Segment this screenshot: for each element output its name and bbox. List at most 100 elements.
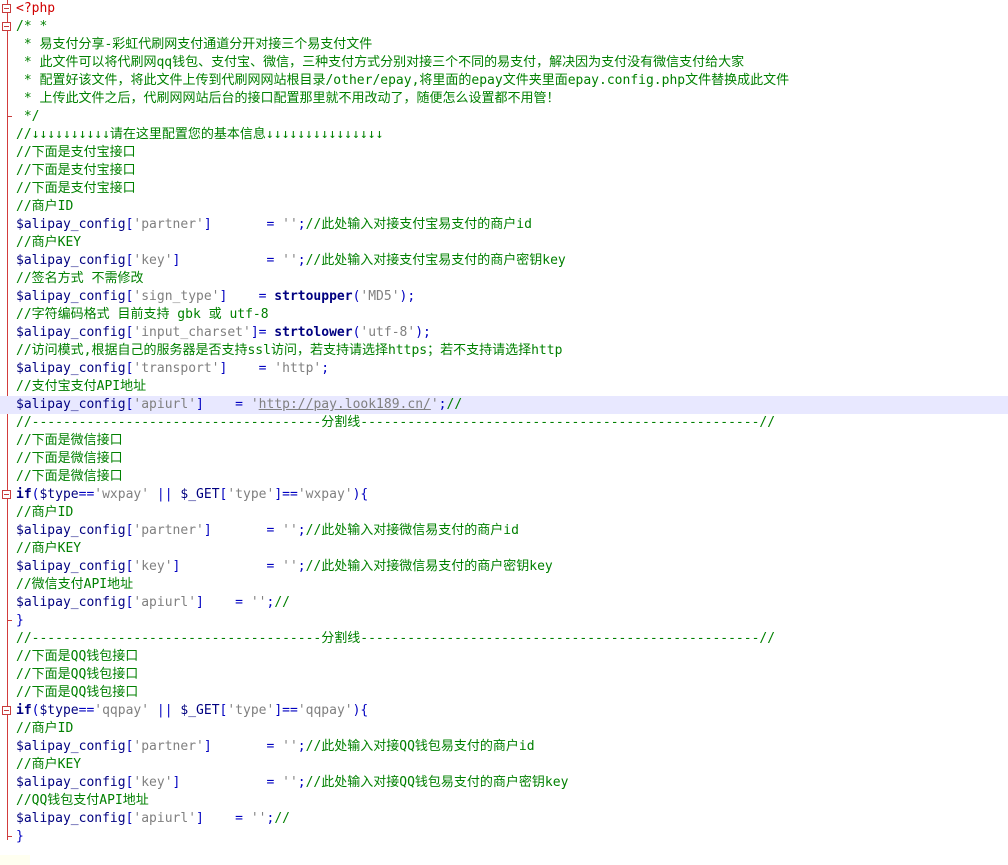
code-line[interactable]: if($type=='wxpay' || $_GET['type']=='wxp…: [0, 486, 1008, 504]
code-editor[interactable]: <?php /* * * 易支付分享-彩虹代刷网支付通道分开对接三个易支付文件 *…: [0, 0, 1008, 865]
code-token: <?php: [16, 1, 56, 16]
code-line[interactable]: //下面是支付宝接口: [0, 144, 1008, 162]
code-token: ;: [297, 253, 306, 268]
fold-toggle-icon[interactable]: [2, 490, 11, 499]
code-line[interactable]: //微信支付API地址: [0, 576, 1008, 594]
code-text: }: [16, 612, 24, 630]
code-line[interactable]: //-------------------------------------分…: [0, 414, 1008, 432]
code-line[interactable]: $alipay_config['transport'] = 'http';: [0, 360, 1008, 378]
code-token: ;: [297, 559, 306, 574]
code-line[interactable]: //-------------------------------------分…: [0, 630, 1008, 648]
code-line[interactable]: //下面是支付宝接口: [0, 162, 1008, 180]
code-line[interactable]: //下面是微信接口: [0, 432, 1008, 450]
code-token: ]: [203, 217, 212, 232]
code-token: 'http': [274, 361, 322, 376]
code-line[interactable]: * 上传此文件之后，代刷网网站后台的接口配置那里就不用改动了，随便怎么设置都不用…: [0, 90, 1008, 108]
code-line[interactable]: */: [0, 108, 1008, 126]
code-token: //商户KEY: [16, 541, 82, 556]
code-line[interactable]: * 此文件可以将代刷网qq钱包、支付宝、微信，三种支付方式分别对接三个不同的易支…: [0, 54, 1008, 72]
code-token: ]==: [274, 703, 298, 718]
code-token: 'MD5': [360, 289, 400, 304]
code-line[interactable]: //下面是QQ钱包接口: [0, 666, 1008, 684]
code-token: ==: [78, 487, 95, 502]
code-line[interactable]: $alipay_config['apiurl'] = '';//: [0, 594, 1008, 612]
code-line[interactable]: //商户KEY: [0, 756, 1008, 774]
code-line[interactable]: //商户KEY: [0, 234, 1008, 252]
code-line[interactable]: $alipay_config['partner'] = '';//此处输入对接微…: [0, 522, 1008, 540]
fold-toggle-icon[interactable]: [2, 4, 11, 13]
code-line[interactable]: * 配置好该文件，将此文件上传到代刷网网站根目录/other/epay,将里面的…: [0, 72, 1008, 90]
code-token: '': [282, 217, 298, 232]
code-line[interactable]: //商户ID: [0, 198, 1008, 216]
code-token: * 易支付分享-彩虹代刷网支付通道分开对接三个易支付文件: [16, 37, 373, 52]
code-token: =: [266, 253, 283, 268]
code-token: ]: [203, 739, 212, 754]
code-token: ': [250, 397, 259, 412]
code-token: '': [282, 775, 298, 790]
code-line[interactable]: }: [0, 828, 1008, 846]
code-line[interactable]: //商户ID: [0, 720, 1008, 738]
code-line[interactable]: $alipay_config['key'] = '';//此处输入对接微信易支付…: [0, 558, 1008, 576]
code-line[interactable]: $alipay_config['partner'] = '';//此处输入对接支…: [0, 216, 1008, 234]
code-token: =: [266, 739, 283, 754]
code-text: //微信支付API地址: [16, 576, 133, 594]
code-line[interactable]: //QQ钱包支付API地址: [0, 792, 1008, 810]
fold-toggle-icon[interactable]: [2, 706, 11, 715]
code-text: //访问模式,根据自己的服务器是否支持ssl访问，若支持请选择https；若不支…: [16, 342, 562, 360]
code-token: //QQ钱包支付API地址: [16, 793, 149, 808]
code-text: //商户KEY: [16, 234, 81, 252]
code-token: if: [16, 487, 32, 502]
code-text: //-------------------------------------分…: [16, 414, 775, 432]
code-token: //签名方式 不需修改: [16, 271, 144, 286]
code-token: 'utf-8': [360, 325, 416, 340]
code-text: //字符编码格式 目前支持 gbk 或 utf-8: [16, 306, 269, 324]
code-lines[interactable]: <?php /* * * 易支付分享-彩虹代刷网支付通道分开对接三个易支付文件 *…: [0, 0, 1008, 846]
code-line[interactable]: <?php: [0, 0, 1008, 18]
code-line[interactable]: //下面是QQ钱包接口: [0, 648, 1008, 666]
fold-end-icon: [7, 116, 12, 117]
code-token[interactable]: http://pay.look189.cn/: [259, 397, 431, 412]
code-token: //商户ID: [16, 505, 74, 520]
code-line[interactable]: $alipay_config['partner'] = '';//此处输入对接Q…: [0, 738, 1008, 756]
code-text: * 此文件可以将代刷网qq钱包、支付宝、微信，三种支付方式分别对接三个不同的易支…: [16, 54, 744, 72]
code-line[interactable]: }: [0, 612, 1008, 630]
code-line[interactable]: if($type=='qqpay' || $_GET['type']=='qqp…: [0, 702, 1008, 720]
code-token: //下面是微信接口: [16, 433, 123, 448]
code-line[interactable]: //商户ID: [0, 504, 1008, 522]
code-line[interactable]: $alipay_config['apiurl'] = '';//: [0, 810, 1008, 828]
code-line[interactable]: /* *: [0, 18, 1008, 36]
code-token: );: [399, 289, 416, 304]
code-token: $alipay_config: [16, 811, 126, 826]
code-token: if: [16, 703, 32, 718]
code-line[interactable]: $alipay_config['sign_type'] = strtoupper…: [0, 288, 1008, 306]
code-line[interactable]: //访问模式,根据自己的服务器是否支持ssl访问，若支持请选择https；若不支…: [0, 342, 1008, 360]
code-line[interactable]: $alipay_config['input_charset']= strtolo…: [0, 324, 1008, 342]
code-line[interactable]: $alipay_config['apiurl'] = 'http://pay.l…: [0, 396, 1008, 414]
code-line[interactable]: //下面是QQ钱包接口: [0, 684, 1008, 702]
code-line[interactable]: //字符编码格式 目前支持 gbk 或 utf-8: [0, 306, 1008, 324]
code-line[interactable]: //支付宝支付API地址: [0, 378, 1008, 396]
code-line[interactable]: $alipay_config['key'] = '';//此处输入对接QQ钱包易…: [0, 774, 1008, 792]
code-token: //此处输入对接QQ钱包易支付的商户密钥key: [305, 775, 569, 790]
code-text: //商户ID: [16, 720, 73, 738]
code-token: ]: [203, 523, 212, 538]
code-token: =: [266, 217, 283, 232]
code-line[interactable]: //下面是微信接口: [0, 450, 1008, 468]
code-token: //下面是QQ钱包接口: [16, 649, 139, 664]
fold-toggle-icon[interactable]: [2, 22, 11, 31]
code-line[interactable]: //签名方式 不需修改: [0, 270, 1008, 288]
code-token: 'type': [227, 487, 275, 502]
code-line[interactable]: //下面是微信接口: [0, 468, 1008, 486]
code-token: * 上传此文件之后，代刷网网站后台的接口配置那里就不用改动了，随便怎么设置都不用…: [16, 91, 560, 106]
code-line[interactable]: * 易支付分享-彩虹代刷网支付通道分开对接三个易支付文件: [0, 36, 1008, 54]
code-line[interactable]: //↓↓↓↓↓↓↓↓↓↓请在这里配置您的基本信息↓↓↓↓↓↓↓↓↓↓↓↓↓↓↓: [0, 126, 1008, 144]
code-line[interactable]: //商户KEY: [0, 540, 1008, 558]
code-line[interactable]: //下面是支付宝接口: [0, 180, 1008, 198]
code-token: //↓↓↓↓↓↓↓↓↓↓请在这里配置您的基本信息↓↓↓↓↓↓↓↓↓↓↓↓↓↓↓: [16, 127, 384, 142]
code-line[interactable]: $alipay_config['key'] = '';//此处输入对接支付宝易支…: [0, 252, 1008, 270]
code-text: //-------------------------------------分…: [16, 630, 775, 648]
code-token: 'partner': [133, 523, 204, 538]
